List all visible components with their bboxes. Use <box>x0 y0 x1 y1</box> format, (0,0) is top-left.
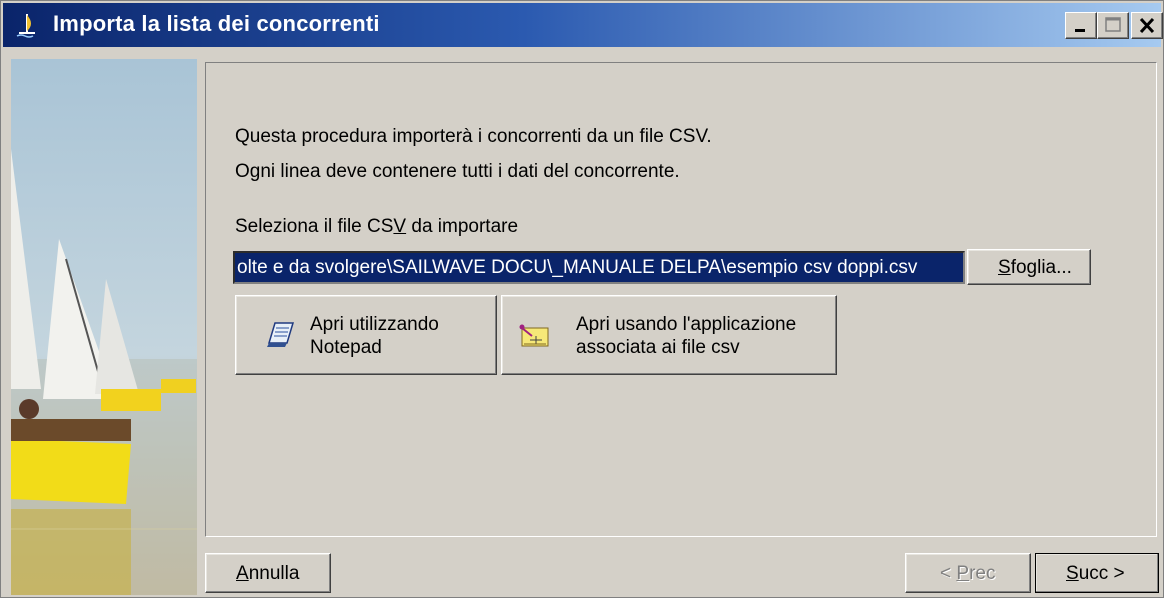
prev-label: < Prec <box>940 563 995 585</box>
browse-label-rest: foglia... <box>1010 257 1072 278</box>
next-label-key: S <box>1066 563 1079 584</box>
open-associated-app-button[interactable]: Apri usando l'applicazione associata ai … <box>501 295 837 375</box>
next-label-rest: ucc > <box>1078 563 1125 584</box>
browse-label: Sfoglia... <box>998 257 1072 279</box>
prev-button[interactable]: < Prec <box>905 553 1031 593</box>
select-file-label-pre: Seleziona il file CS <box>235 216 394 237</box>
import-dialog: Importa la lista dei concorrenti Questa … <box>0 0 1164 598</box>
next-button[interactable]: Succ > <box>1035 553 1159 593</box>
cancel-button[interactable]: Annulla <box>205 553 331 593</box>
open-associated-line1: Apri usando l'applicazione <box>576 314 797 335</box>
intro-line-1: Questa procedura importerà i concorrenti… <box>235 126 712 147</box>
maximize-icon <box>1105 17 1121 32</box>
next-label: Succ > <box>1066 563 1125 585</box>
prev-label-pre: < <box>940 563 957 584</box>
file-path-value: olte e da svolgere\SAILWAVE DOCU\_MANUAL… <box>237 257 918 278</box>
browse-button[interactable]: Sfoglia... <box>967 249 1091 285</box>
maximize-button[interactable] <box>1097 12 1129 39</box>
select-file-label: Seleziona il file CSV da importare <box>235 216 518 238</box>
close-button[interactable] <box>1131 12 1163 39</box>
intro-line-2: Ogni linea deve contenere tutti i dati d… <box>235 161 680 182</box>
minimize-button[interactable] <box>1065 12 1097 39</box>
sailboat-icon <box>16 14 35 38</box>
cancel-label-key: A <box>236 563 249 584</box>
window-title: Importa la lista dei concorrenti <box>53 11 380 36</box>
spreadsheet-icon <box>519 324 549 347</box>
cancel-label-rest: nnulla <box>248 563 300 584</box>
open-notepad-button[interactable]: Apri utilizzando Notepad <box>235 295 497 375</box>
open-notepad-line2: Notepad <box>310 337 382 358</box>
open-associated-line2: associata ai file csv <box>576 337 740 358</box>
open-notepad-line1: Apri utilizzando <box>310 314 439 335</box>
prev-label-key: P <box>956 563 970 584</box>
file-path-input[interactable]: olte e da svolgere\SAILWAVE DOCU\_MANUAL… <box>233 251 965 284</box>
select-file-label-post: da importare <box>406 216 519 237</box>
prev-label-rest: rec <box>969 563 996 584</box>
select-file-label-key: V <box>393 216 407 237</box>
notepad-icon <box>267 322 295 347</box>
browse-label-key: S <box>998 257 1011 278</box>
sailing-photo <box>11 59 197 595</box>
minimize-icon <box>1075 29 1085 32</box>
close-icon <box>1139 17 1155 34</box>
cancel-label: Annulla <box>236 563 299 585</box>
title-bar[interactable]: Importa la lista dei concorrenti <box>3 3 1163 47</box>
